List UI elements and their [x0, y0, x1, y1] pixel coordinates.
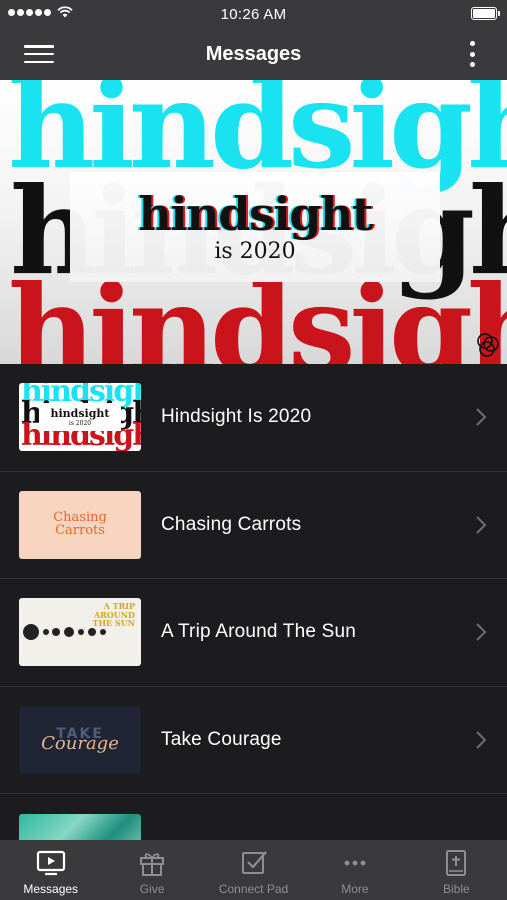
series-thumbnail: Chasing Carrots	[19, 490, 141, 559]
tab-label: More	[341, 882, 369, 896]
list-item-title: Chasing Carrots	[161, 513, 302, 535]
tab-more[interactable]: More	[304, 840, 405, 900]
bible-icon	[446, 850, 467, 876]
battery-icon	[471, 7, 500, 20]
list-item-hindsight[interactable]: hindsight hindsight hindsight hindsight …	[0, 364, 507, 472]
thumb-title: hindsight	[50, 407, 110, 421]
list-item-title: Hindsight Is 2020	[161, 406, 312, 428]
planet-icon	[43, 629, 49, 636]
list-item-chasing-carrots[interactable]: Chasing Carrots Chasing Carrots	[0, 472, 507, 579]
gift-icon	[140, 853, 165, 876]
chevron-right-icon	[476, 623, 487, 641]
hamburger-menu-icon[interactable]	[24, 42, 54, 66]
tab-messages[interactable]: Messages	[0, 840, 101, 900]
thumb-text: A TRIP AROUND THE SUN	[92, 602, 135, 629]
planet-icon	[78, 629, 84, 636]
chevron-right-icon	[476, 408, 487, 426]
nav-bar: Messages	[0, 28, 507, 80]
tab-label: Connect Pad	[218, 882, 289, 896]
series-thumbnail: hindsight hindsight hindsight hindsight …	[19, 383, 141, 452]
featured-series-banner[interactable]: hindsight hindsight hindsight hindsight …	[0, 80, 507, 364]
thumb-line: Carrots	[55, 522, 105, 538]
planet-icon	[52, 628, 60, 637]
series-thumbnail: TAKE Courage	[19, 705, 141, 774]
church-logo-icon	[477, 333, 499, 357]
banner-subtitle: is 2020	[214, 238, 296, 264]
checkbox-icon	[241, 851, 267, 874]
more-options-icon[interactable]	[467, 41, 477, 67]
banner-title-box: hindsight is 2020	[70, 172, 440, 282]
status-indicators	[8, 6, 73, 18]
planet-icon	[64, 627, 74, 638]
status-time: 10:26 AM	[220, 5, 287, 23]
list-item-trip-around-the-sun[interactable]: A TRIP AROUND THE SUN A Trip Around The …	[0, 579, 507, 687]
list-item-take-courage[interactable]: TAKE Courage Take Courage	[0, 687, 507, 794]
planet-icon	[23, 624, 39, 641]
chevron-right-icon	[476, 731, 487, 749]
tab-label: Bible	[442, 882, 470, 896]
chevron-right-icon	[476, 516, 487, 534]
thumb-title-box: hindsight is 2020	[39, 403, 121, 432]
tv-icon	[36, 850, 65, 876]
planet-icon	[88, 628, 96, 637]
tab-connect-pad[interactable]: Connect Pad	[203, 840, 304, 900]
planet-icon	[100, 629, 106, 636]
page-title: Messages	[205, 42, 302, 65]
tab-bar: Messages Give Connect Pad More Bible	[0, 840, 507, 900]
thumb-line: Courage	[41, 732, 119, 754]
wifi-icon	[57, 6, 73, 18]
series-thumbnail: A TRIP AROUND THE SUN	[19, 598, 141, 667]
banner-title: hindsight	[138, 186, 373, 241]
list-item-title: A Trip Around The Sun	[161, 621, 357, 643]
ellipsis-icon	[344, 860, 366, 866]
tab-label: Messages	[23, 882, 79, 896]
message-list: hindsight hindsight hindsight hindsight …	[0, 364, 507, 900]
thumb-line: THE SUN	[92, 618, 135, 629]
thumb-subtitle: is 2020	[68, 420, 92, 428]
cellular-signal-icon	[8, 8, 51, 16]
banner-word-red: hindsight	[8, 259, 507, 365]
tab-bible[interactable]: Bible	[406, 840, 507, 900]
status-bar: 10:26 AM	[0, 0, 507, 28]
tab-give[interactable]: Give	[101, 840, 202, 900]
list-item-title: Take Courage	[161, 728, 282, 750]
tab-label: Give	[139, 882, 165, 896]
